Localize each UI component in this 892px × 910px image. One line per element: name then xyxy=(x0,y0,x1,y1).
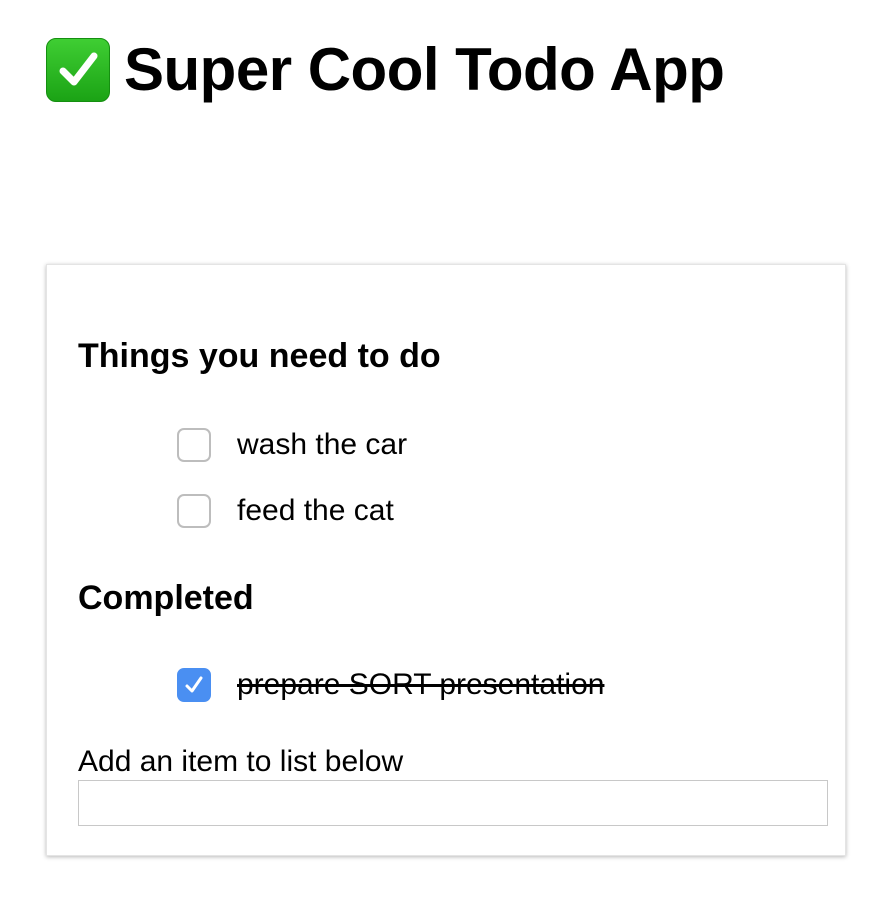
checkmark-icon xyxy=(185,676,203,693)
completed-checkbox[interactable] xyxy=(177,668,211,702)
app-title: Super Cool Todo App xyxy=(124,36,725,103)
completed-item: prepare SORT presentation xyxy=(177,667,604,703)
add-item-input[interactable] xyxy=(78,780,828,826)
todo-checkbox[interactable] xyxy=(177,428,211,462)
todo-item-label: wash the car xyxy=(237,428,408,461)
todo-item: feed the cat xyxy=(177,493,394,529)
add-item-label: Add an item to list below xyxy=(78,745,404,778)
app-header: Super Cool Todo App xyxy=(46,30,725,110)
completed-section-heading: Completed xyxy=(78,579,254,617)
completed-item-label: prepare SORT presentation xyxy=(237,668,605,701)
todo-item: wash the car xyxy=(177,427,407,463)
todo-card: Things you need to do wash the car feed … xyxy=(46,264,846,856)
todo-checkbox[interactable] xyxy=(177,494,211,528)
todo-item-label: feed the cat xyxy=(237,494,394,527)
check-mark-button-icon xyxy=(46,38,110,102)
todo-section-heading: Things you need to do xyxy=(78,337,441,375)
